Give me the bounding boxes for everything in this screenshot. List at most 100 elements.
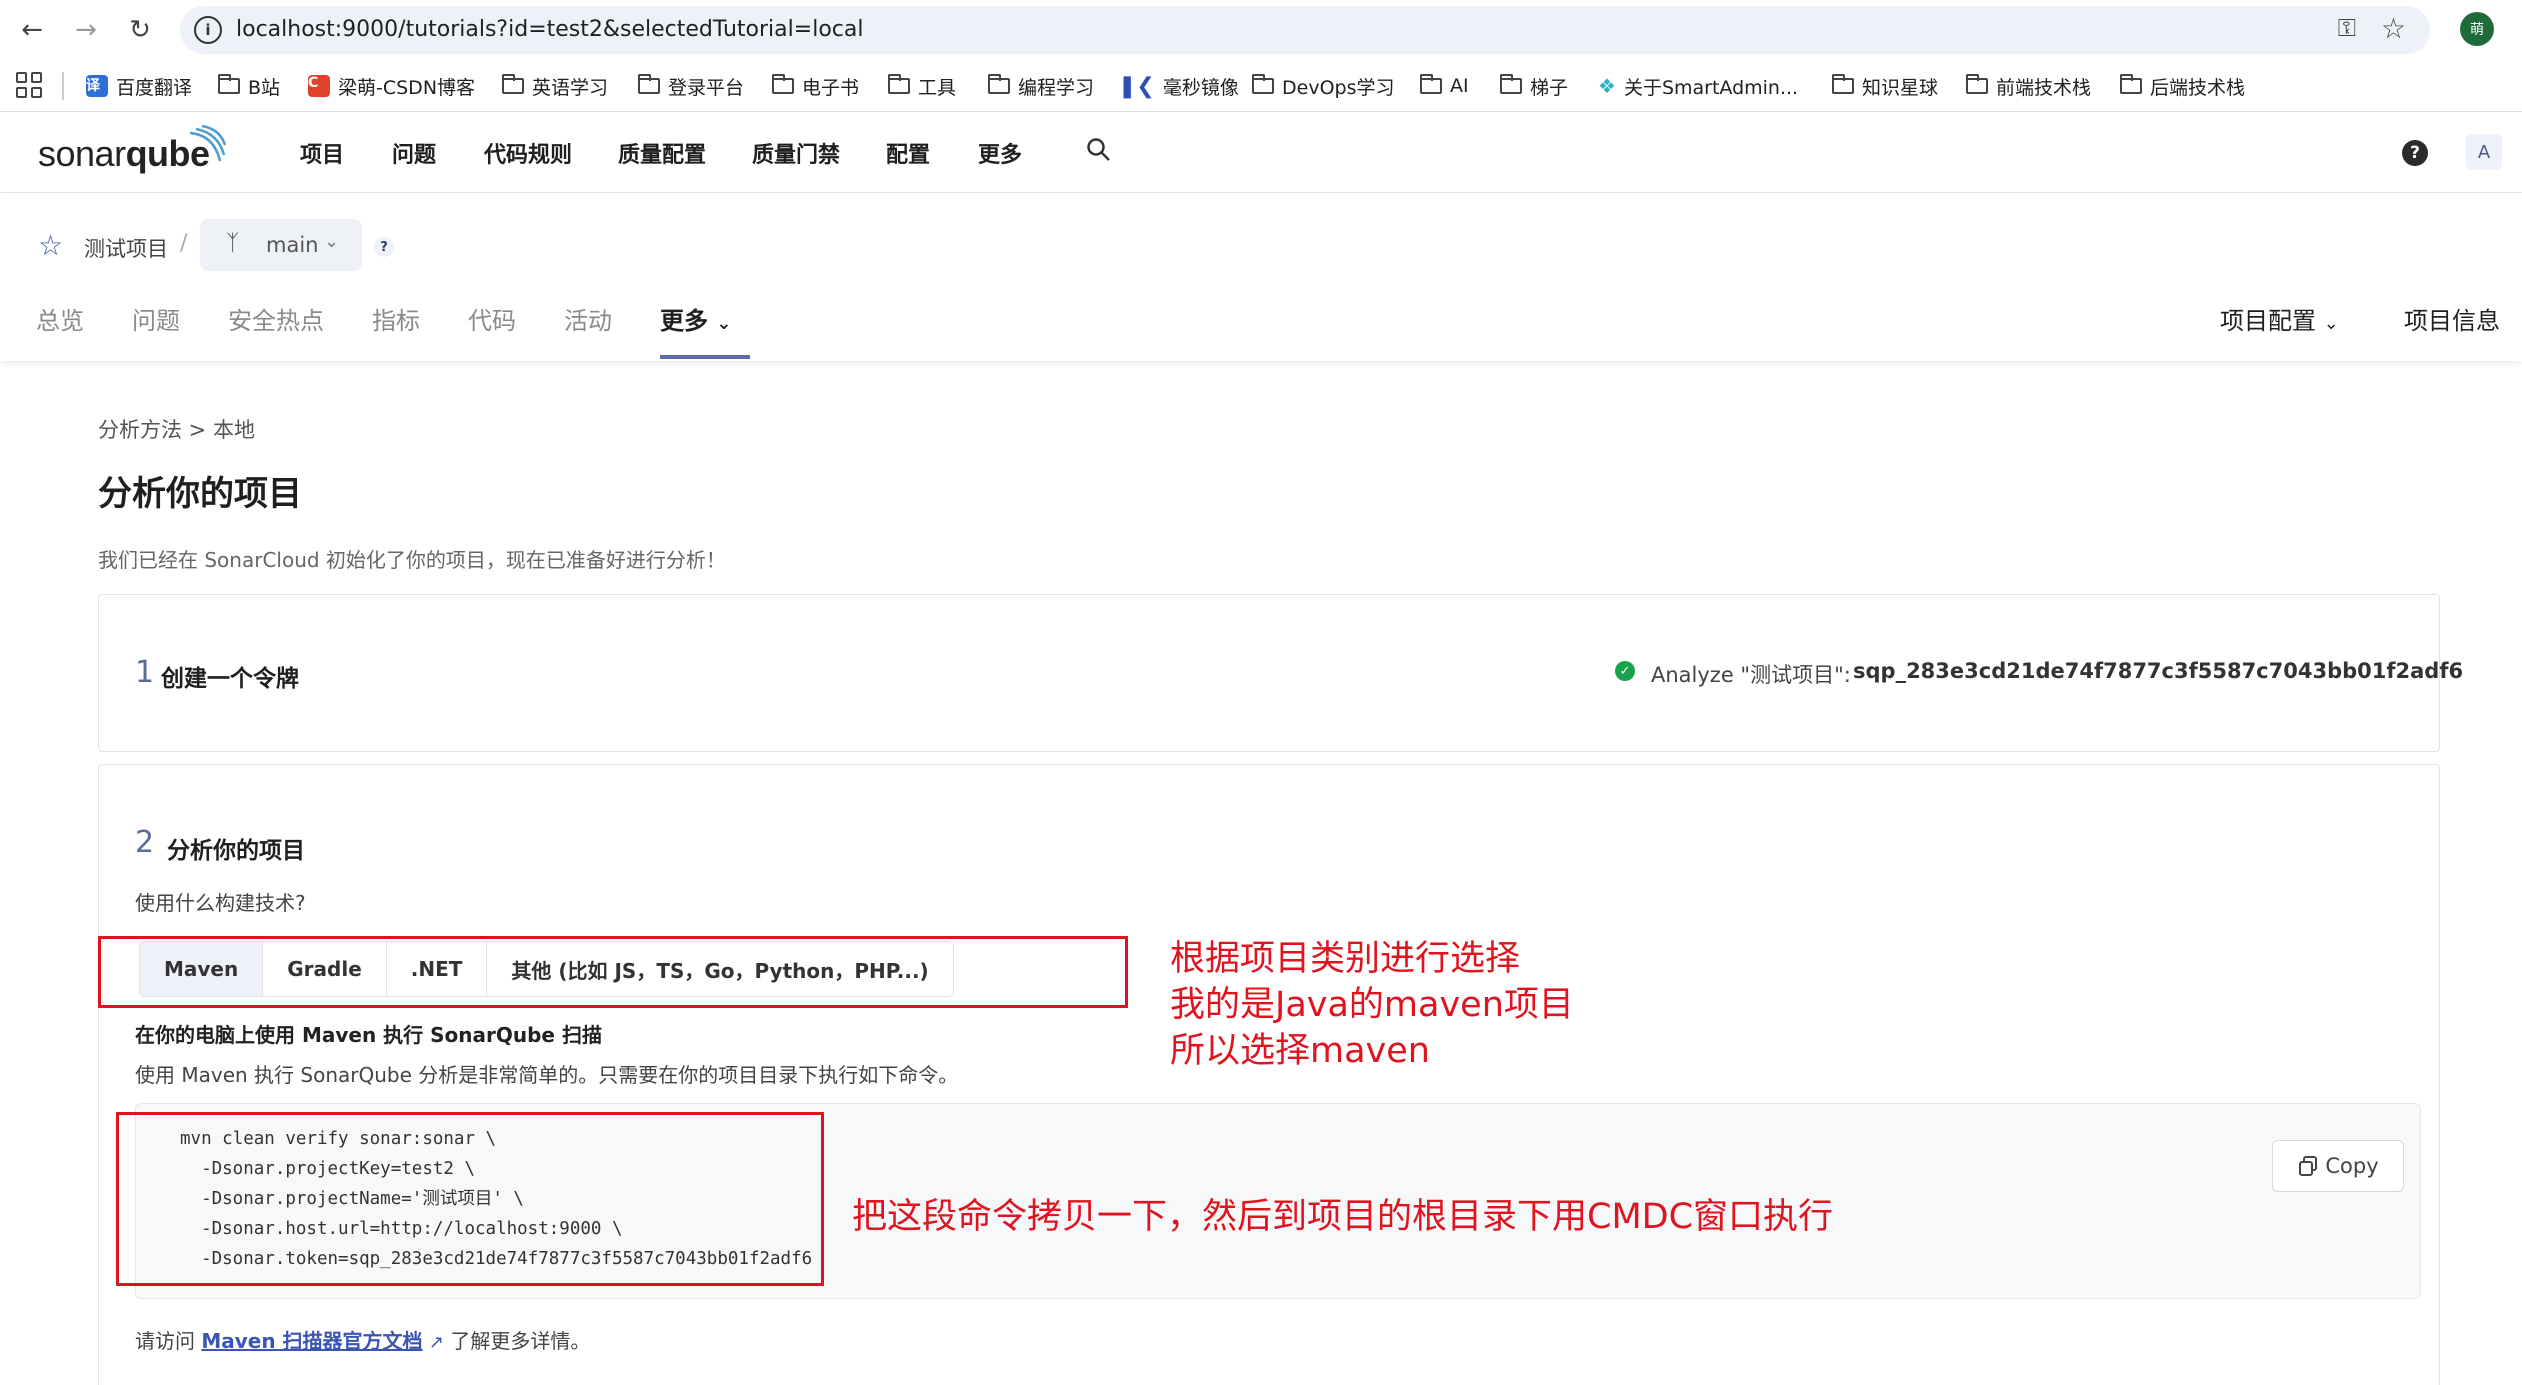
- chevron-down-icon: ⌄: [2323, 313, 2339, 334]
- folder-icon: [217, 74, 240, 94]
- search-icon[interactable]: [1084, 135, 1114, 165]
- folder-icon: [501, 74, 524, 94]
- baidu-translate-icon: 译: [86, 75, 108, 97]
- bookmark-item[interactable]: 工具: [887, 70, 956, 102]
- bookmark-item[interactable]: ❚❮ 毫秒镜像: [1118, 70, 1239, 102]
- sonarqube-logo[interactable]: sonarqube: [38, 133, 210, 175]
- tab-more[interactable]: 更多 ⌄: [660, 301, 731, 336]
- tab-activity[interactable]: 活动: [564, 301, 612, 336]
- maven-docs-link[interactable]: Maven 扫描器官方文档: [201, 1329, 422, 1353]
- divider: [62, 72, 64, 100]
- bookmarks-bar: 译百度翻译 B站 C 梁萌-CSDN博客 英语学习 登录平台 电子书 工具 编程学…: [0, 60, 2522, 112]
- step-title: 创建一个令牌: [161, 666, 299, 692]
- annotation-note-copy-command: 把这段命令拷贝一下，然后到项目的根目录下用CMDC窗口执行: [852, 1197, 1834, 1237]
- build-technology-question: 使用什么构建技术?: [135, 891, 306, 915]
- apps-grid-icon[interactable]: [16, 72, 42, 98]
- bookmark-label: 后端技术栈: [2150, 76, 2246, 99]
- project-name[interactable]: 测试项目: [84, 233, 168, 263]
- url-text[interactable]: localhost:9000/tutorials?id=test2&select…: [236, 17, 863, 42]
- copy-icon: [2299, 1156, 2318, 1176]
- folder-icon: [1965, 74, 1988, 94]
- branch-name: main: [266, 233, 319, 257]
- password-key-icon[interactable]: ⚿: [2338, 14, 2356, 42]
- help-icon[interactable]: ?: [374, 237, 394, 257]
- bookmark-label: 编程学习: [1018, 76, 1095, 99]
- nav-projects[interactable]: 项目: [300, 137, 344, 169]
- annotation-box-command: [116, 1112, 824, 1286]
- nav-administration[interactable]: 配置: [886, 137, 930, 169]
- project-information[interactable]: 项目信息: [2404, 301, 2500, 336]
- nav-quality-profiles[interactable]: 质量配置: [618, 137, 706, 169]
- bookmark-label: DevOps学习: [1282, 76, 1395, 99]
- breadcrumb[interactable]: 分析方法 > 本地: [98, 414, 255, 444]
- nav-quality-gates[interactable]: 质量门禁: [752, 137, 840, 169]
- user-avatar[interactable]: A: [2466, 134, 2502, 170]
- page-subtitle: 我们已经在 SonarCloud 初始化了你的项目，现在已准备好进行分析！: [98, 548, 726, 572]
- nav-issues[interactable]: 问题: [392, 137, 436, 169]
- bookmark-item[interactable]: 知识星球: [1831, 70, 1938, 102]
- bookmark-label: 前端技术栈: [1996, 76, 2092, 99]
- docs-hint: 请访问 Maven 扫描器官方文档 ↗ 了解更多详情。: [135, 1325, 590, 1354]
- sonarqube-wave-icon: [189, 125, 226, 162]
- project-settings-label: 项目配置: [2220, 307, 2316, 335]
- bookmark-label: 电子书: [802, 76, 860, 99]
- bookmark-item[interactable]: B站: [217, 70, 281, 102]
- token-value: sqp_283e3cd21de74f7877c3f5587c7043bb01f2…: [1853, 659, 2464, 683]
- site-info-icon[interactable]: i: [194, 16, 222, 44]
- tab-measures[interactable]: 指标: [372, 301, 420, 336]
- annotation-line: 我的是Java的maven项目: [1170, 985, 1574, 1025]
- bookmark-item[interactable]: 登录平台: [637, 70, 744, 102]
- nav-rules[interactable]: 代码规则: [484, 137, 572, 169]
- bookmark-label: 百度翻译: [116, 76, 193, 99]
- address-bar[interactable]: i localhost:9000/tutorials?id=test2&sele…: [180, 6, 2430, 54]
- bookmark-item[interactable]: 梯子: [1499, 70, 1568, 102]
- branch-selector[interactable]: ᛉ main ⌄: [200, 219, 362, 271]
- project-navigation: ☆ 测试项目 / ᛉ main ⌄ ? 总览 问题 安全热点 指标 代码 活动 …: [0, 193, 2522, 361]
- bookmark-item[interactable]: 译百度翻译: [86, 70, 192, 102]
- bookmark-label: AI: [1450, 75, 1469, 97]
- project-settings-menu[interactable]: 项目配置 ⌄: [2220, 301, 2339, 336]
- bookmark-item[interactable]: 后端技术栈: [2119, 70, 2246, 102]
- bookmark-item[interactable]: C 梁萌-CSDN博客: [308, 70, 475, 102]
- bookmark-item[interactable]: 前端技术栈: [1965, 70, 2092, 102]
- active-tab-indicator: [660, 355, 750, 359]
- folder-icon: [2119, 74, 2142, 94]
- profile-avatar[interactable]: 萌: [2460, 12, 2494, 46]
- folder-icon: [1831, 74, 1854, 94]
- step-number: 2: [135, 825, 155, 860]
- copy-label: Copy: [2325, 1154, 2379, 1178]
- back-icon[interactable]: ←: [12, 10, 52, 50]
- bookmark-item[interactable]: ❖ 关于SmartAdmin...: [1598, 70, 1798, 102]
- step-create-token-card: 1 创建一个令牌 ✓ Analyze "测试项目": sqp_283e3cd21…: [98, 594, 2463, 752]
- docs-suffix: 了解更多详情。: [450, 1329, 591, 1353]
- bookmark-item[interactable]: DevOps学习: [1251, 70, 1395, 102]
- tab-security-hotspots[interactable]: 安全热点: [228, 301, 324, 336]
- bookmark-item[interactable]: AI: [1419, 70, 1469, 102]
- maven-section-description: 使用 Maven 执行 SonarQube 分析是非常简单的。只需要在你的项目目…: [135, 1063, 959, 1087]
- branch-icon: ᛉ: [226, 231, 240, 256]
- bookmark-label: B站: [248, 76, 281, 99]
- tab-issues[interactable]: 问题: [132, 301, 180, 336]
- logo-text: sonar: [38, 133, 126, 174]
- smartadmin-icon: ❖: [1598, 74, 1616, 98]
- sonarqube-header: sonarqube 项目 问题 代码规则 质量配置 质量门禁 配置 更多 ? A: [0, 113, 2522, 193]
- docs-prefix: 请访问: [135, 1329, 195, 1353]
- help-icon[interactable]: ?: [2402, 140, 2428, 166]
- bookmark-item[interactable]: 电子书: [771, 70, 860, 102]
- folder-icon: [1499, 74, 1522, 94]
- tab-code[interactable]: 代码: [468, 301, 516, 336]
- bookmark-label: 英语学习: [532, 76, 609, 99]
- bookmark-item[interactable]: 编程学习: [987, 70, 1095, 102]
- folder-icon: [771, 74, 794, 94]
- annotation-note-select-build: 根据项目类别进行选择 我的是Java的maven项目 所以选择maven: [1170, 936, 1574, 1074]
- forward-icon[interactable]: →: [66, 10, 106, 50]
- step-analyze-project-card: 2 分析你的项目 使用什么构建技术? Maven Gradle .NET 其他 …: [98, 764, 2440, 1385]
- nav-more[interactable]: 更多: [978, 137, 1022, 169]
- tab-overview[interactable]: 总览: [36, 301, 84, 336]
- reload-icon[interactable]: ↻: [120, 10, 160, 50]
- copy-button[interactable]: Copy: [2272, 1140, 2404, 1192]
- favorite-star-icon[interactable]: ☆: [38, 229, 63, 262]
- bookmark-star-icon[interactable]: ☆: [2381, 12, 2406, 45]
- bookmark-item[interactable]: 英语学习: [501, 70, 609, 102]
- chevron-down-icon: ⌄: [716, 313, 732, 334]
